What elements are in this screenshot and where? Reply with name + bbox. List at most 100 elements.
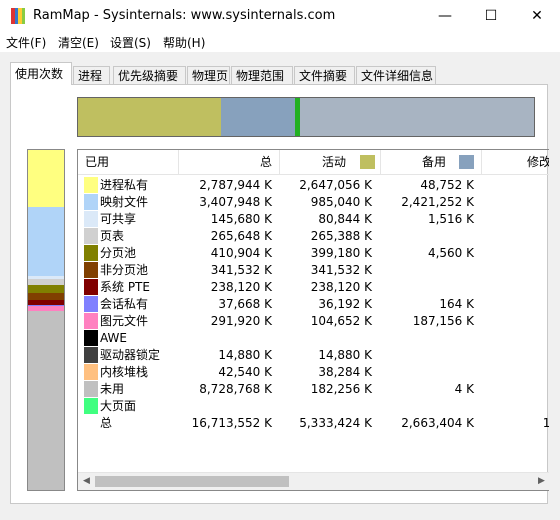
header-used[interactable]: 已用 bbox=[78, 150, 179, 174]
menu-bar: 文件(F) 清空(E) 设置(S) 帮助(H) bbox=[0, 32, 560, 52]
table-row[interactable]: 分页池 410,904 K 399,180 K 4,560 K bbox=[78, 245, 549, 262]
row-label: 系统 PTE bbox=[100, 280, 150, 294]
row-color-swatch bbox=[84, 330, 98, 346]
table-row[interactable]: 可共享145,680 K80,844 K1,516 K6 bbox=[78, 211, 549, 228]
tab-physical-pages[interactable]: 物理页 bbox=[187, 66, 230, 84]
row-standby: 187,156 K bbox=[412, 314, 474, 328]
row-label: 页表 bbox=[100, 229, 125, 243]
table-row[interactable]: 映射文件3,407,948 K985,040 K2,421,252 K1 bbox=[78, 194, 549, 211]
memory-usage-bar bbox=[77, 97, 535, 137]
row-total: 42,540 K bbox=[218, 365, 272, 379]
table-row[interactable]: 未用 8,728,768 K 182,256 K 4 K bbox=[78, 381, 549, 398]
header-standby[interactable]: 备用 bbox=[381, 150, 482, 174]
row-label: 非分页池 bbox=[100, 263, 149, 277]
row-color-swatch bbox=[84, 381, 98, 397]
row-active: 238,120 K bbox=[310, 280, 372, 294]
row-label: 进程私有 bbox=[100, 178, 149, 192]
menu-help[interactable]: 帮助(H) bbox=[163, 34, 205, 51]
tab-file-details[interactable]: 文件详细信息 bbox=[356, 66, 436, 84]
table-row[interactable]: 非分页池 341,532 K 341,532 K bbox=[78, 262, 549, 279]
tab-processes[interactable]: 进程 bbox=[73, 66, 110, 84]
row-label: 总 bbox=[100, 416, 113, 430]
close-button[interactable]: ✕ bbox=[514, 0, 560, 32]
row-color-swatch bbox=[84, 347, 98, 363]
minimize-button[interactable]: — bbox=[422, 0, 468, 32]
row-total: 3,407,948 K bbox=[199, 195, 272, 209]
table-row[interactable]: 内核堆栈 42,540 K 38,284 K bbox=[78, 364, 549, 381]
row-active: 399,180 K bbox=[310, 246, 372, 260]
row-standby: 1,516 K bbox=[427, 212, 474, 226]
usage-segment bbox=[221, 98, 296, 136]
table-row[interactable]: 进程私有2,787,944 K2,647,056 K48,752 K8 bbox=[78, 177, 549, 194]
window-title: RamMap - Sysinternals: www.sysinternals.… bbox=[33, 8, 336, 23]
memory-type-segment bbox=[28, 150, 64, 207]
tab-use-counts[interactable]: 使用次数 bbox=[10, 62, 72, 85]
table-row[interactable]: 驱动器锁定 14,880 K 14,880 K bbox=[78, 347, 549, 364]
row-color-swatch bbox=[84, 177, 98, 193]
row-active: 341,532 K bbox=[310, 263, 372, 277]
row-label: 映射文件 bbox=[100, 195, 149, 209]
row-total: 14,880 K bbox=[218, 348, 272, 362]
row-label: AWE bbox=[100, 331, 127, 345]
memory-type-segment bbox=[28, 284, 64, 294]
menu-clear[interactable]: 清空(E) bbox=[58, 34, 99, 51]
table-row[interactable]: 总 16,713,552 K 5,333,424 K 2,663,404 K 15 bbox=[78, 415, 549, 432]
row-color-swatch bbox=[84, 398, 98, 414]
maximize-button[interactable]: ☐ bbox=[468, 0, 514, 32]
row-total: 341,532 K bbox=[210, 263, 272, 277]
table-row[interactable]: 大页面 bbox=[78, 398, 549, 415]
row-color-swatch bbox=[84, 194, 98, 210]
row-total: 8,728,768 K bbox=[199, 382, 272, 396]
table-row[interactable]: AWE bbox=[78, 330, 549, 347]
row-modified: 15 bbox=[543, 415, 549, 432]
tab-physical-ranges[interactable]: 物理范围 bbox=[231, 66, 293, 84]
row-label: 图元文件 bbox=[100, 314, 149, 328]
row-active: 80,844 K bbox=[318, 212, 372, 226]
menu-file[interactable]: 文件(F) bbox=[6, 34, 46, 51]
scroll-left-icon[interactable]: ◀ bbox=[78, 473, 95, 490]
row-total: 291,920 K bbox=[210, 314, 272, 328]
header-total[interactable]: 总 bbox=[179, 150, 280, 174]
table-row[interactable]: 图元文件 291,920 K 104,652 K 187,156 K bbox=[78, 313, 549, 330]
row-active: 36,192 K bbox=[318, 297, 372, 311]
tab-priority-summary[interactable]: 优先级摘要 bbox=[113, 66, 186, 84]
row-active: 265,388 K bbox=[310, 229, 372, 243]
row-label: 内核堆栈 bbox=[100, 365, 149, 379]
row-color-swatch bbox=[84, 245, 98, 261]
row-color-swatch bbox=[84, 228, 98, 244]
header-modified[interactable]: 修改 bbox=[482, 150, 549, 174]
title-bar: RamMap - Sysinternals: www.sysinternals.… bbox=[0, 0, 560, 32]
table-row[interactable]: 会话私有 37,668 K 36,192 K 164 K bbox=[78, 296, 549, 313]
row-total: 265,648 K bbox=[210, 229, 272, 243]
row-active: 104,652 K bbox=[310, 314, 372, 328]
row-standby: 4 K bbox=[454, 382, 474, 396]
table-row[interactable]: 页表 265,648 K 265,388 K bbox=[78, 228, 549, 245]
rammap-app-icon bbox=[11, 8, 25, 24]
scroll-right-icon[interactable]: ▶ bbox=[533, 473, 549, 490]
scroll-thumb[interactable] bbox=[95, 476, 289, 487]
row-color-swatch bbox=[84, 296, 98, 312]
menu-settings[interactable]: 设置(S) bbox=[110, 34, 151, 51]
row-color-swatch bbox=[84, 279, 98, 295]
row-label: 会话私有 bbox=[100, 297, 149, 311]
header-active[interactable]: 活动 bbox=[280, 150, 381, 174]
row-label: 未用 bbox=[100, 382, 125, 396]
row-total: 145,680 K bbox=[210, 212, 272, 226]
table-row[interactable]: 系统 PTE 238,120 K 238,120 K bbox=[78, 279, 549, 296]
memory-type-segment bbox=[28, 311, 64, 490]
row-active: 2,647,056 K bbox=[299, 178, 372, 192]
memory-type-segment bbox=[28, 206, 64, 277]
usage-segment bbox=[78, 98, 222, 136]
row-standby: 164 K bbox=[439, 297, 474, 311]
usage-segment bbox=[299, 98, 534, 136]
row-active: 14,880 K bbox=[318, 348, 372, 362]
row-total: 410,904 K bbox=[210, 246, 272, 260]
memory-type-bar bbox=[27, 149, 65, 491]
row-color-swatch bbox=[84, 313, 98, 329]
tab-file-summary[interactable]: 文件摘要 bbox=[294, 66, 355, 84]
row-standby: 2,663,404 K bbox=[401, 416, 474, 430]
horizontal-scrollbar[interactable]: ◀ ▶ bbox=[78, 472, 549, 490]
row-standby: 48,752 K bbox=[420, 178, 474, 192]
memory-type-segment bbox=[28, 293, 64, 300]
row-total: 238,120 K bbox=[210, 280, 272, 294]
